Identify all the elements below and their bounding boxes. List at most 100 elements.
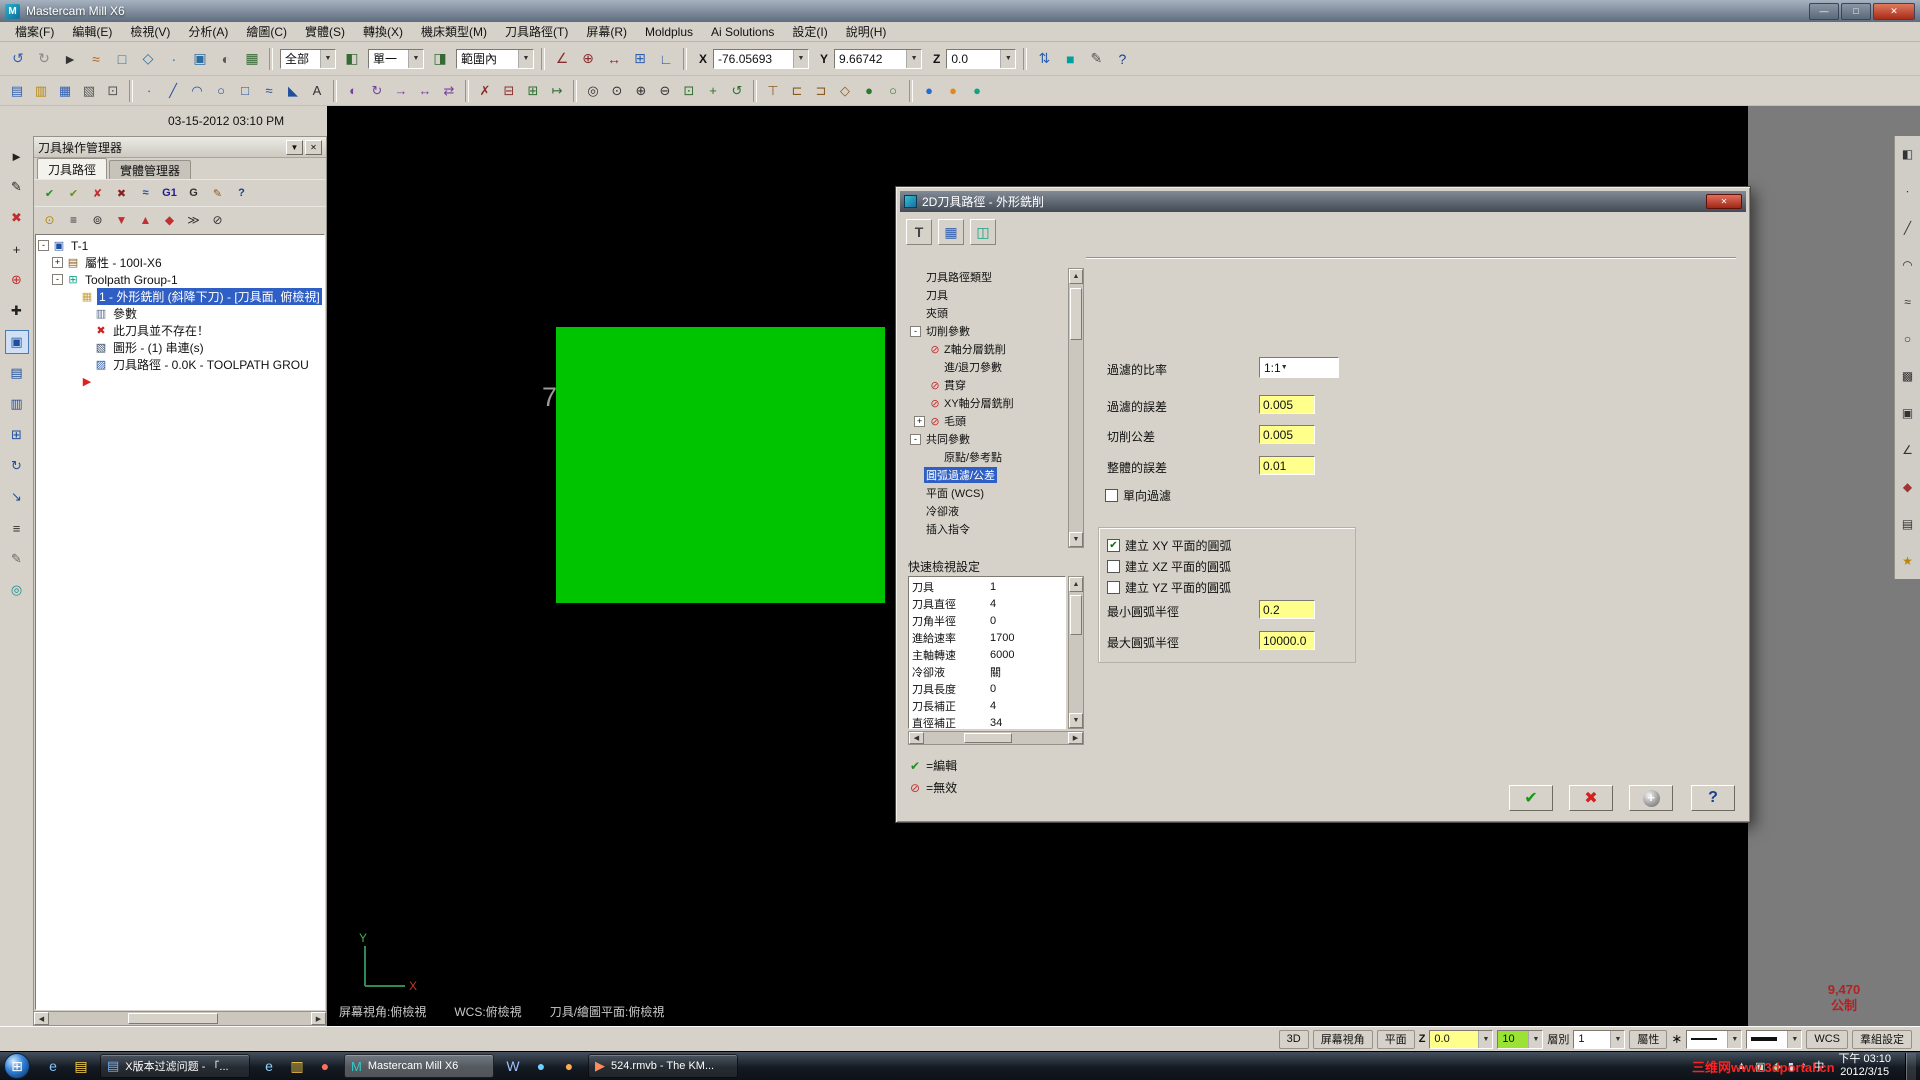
- mask-toggle-icon[interactable]: ▦: [239, 46, 265, 72]
- repaint-icon[interactable]: ↺: [725, 79, 749, 103]
- screen-view-button[interactable]: 屏幕視角: [1313, 1030, 1373, 1049]
- fit-screen-icon[interactable]: ⊡: [677, 79, 701, 103]
- dropdown-arrow-icon[interactable]: [1478, 1031, 1492, 1048]
- xform-scale-icon[interactable]: ↔: [413, 79, 437, 103]
- scroll-left-icon[interactable]: [34, 1012, 49, 1025]
- undo-icon[interactable]: ↺: [5, 46, 31, 72]
- quickmask-level-icon[interactable]: ▤: [1898, 514, 1918, 534]
- coord-y-input[interactable]: 9.66742: [834, 49, 922, 69]
- menu-item[interactable]: Ai Solutions: [702, 25, 783, 39]
- opmgr-tree-row[interactable]: ▥ 參數: [36, 305, 324, 322]
- scroll-left-icon[interactable]: [909, 732, 924, 744]
- taskbar-task[interactable]: ▶ 524.rmvb - The KM...: [588, 1054, 738, 1078]
- create-icon[interactable]: ✚: [5, 299, 29, 323]
- one-way-filter-checkbox[interactable]: [1105, 489, 1118, 502]
- join-icon[interactable]: ⊞: [521, 79, 545, 103]
- xform-rotate-icon[interactable]: ↻: [365, 79, 389, 103]
- taskbar-explorer-icon[interactable]: ▤: [67, 1054, 95, 1078]
- zoom-out-icon[interactable]: ⊖: [653, 79, 677, 103]
- expand-view-icon[interactable]: ↘: [5, 485, 29, 509]
- filter-ratio-select[interactable]: 1:1: [1259, 357, 1339, 378]
- quickview-vscrollbar[interactable]: [1068, 576, 1084, 729]
- wcs-select-icon[interactable]: ●: [965, 79, 989, 103]
- unselect-all-ops-icon[interactable]: ✘: [86, 182, 109, 205]
- scroll-up-icon[interactable]: [1069, 269, 1083, 284]
- quickmask-splines-icon[interactable]: ≈: [1898, 292, 1918, 312]
- zoom-window-icon[interactable]: ◎: [581, 79, 605, 103]
- opmgr-tree-row[interactable]: ▦ 1 - 外形銑削 (斜降下刀) - [刀具面, 俯檢視]: [36, 288, 324, 305]
- line-style-select[interactable]: [1686, 1030, 1742, 1049]
- cut-tolerance-input[interactable]: 0.005: [1259, 425, 1315, 444]
- dialog-tree-item[interactable]: 原點/參考點: [908, 448, 1066, 466]
- attributes-edit-icon[interactable]: ✎: [1083, 46, 1109, 72]
- move-insert-down-icon[interactable]: ▼: [110, 209, 133, 232]
- level-select[interactable]: 1: [1573, 1030, 1625, 1049]
- polygon-select-icon[interactable]: ◇: [135, 46, 161, 72]
- scroll-down-icon[interactable]: [1069, 713, 1083, 728]
- shade-on-icon[interactable]: ●: [857, 79, 881, 103]
- menu-item[interactable]: 屏幕(R): [577, 23, 636, 40]
- select-all-ops-icon[interactable]: ✔: [38, 182, 61, 205]
- save-file-icon[interactable]: ▦: [53, 79, 77, 103]
- single-select-icon[interactable]: ∙: [161, 46, 187, 72]
- opmgr-tree-row[interactable]: ▶: [36, 373, 324, 390]
- close-button[interactable]: ✕: [1873, 3, 1915, 20]
- multi-view-icon[interactable]: ▥: [5, 392, 29, 416]
- area-select-icon[interactable]: ▣: [187, 46, 213, 72]
- create-line-icon[interactable]: ╱: [161, 79, 185, 103]
- cursor-select-icon[interactable]: ►: [57, 46, 83, 72]
- zoom-target-icon[interactable]: ⊙: [605, 79, 629, 103]
- quickmask-surfaces-icon[interactable]: ▩: [1898, 366, 1918, 386]
- analyze-point-icon[interactable]: ⊕: [575, 46, 601, 72]
- tree-expander-icon[interactable]: +: [52, 257, 63, 268]
- quickmask-solids-icon[interactable]: ▣: [1898, 403, 1918, 423]
- dialog-tree-vscrollbar[interactable]: [1068, 268, 1084, 548]
- dialog-tree-item[interactable]: 進/退刀參數: [908, 358, 1066, 376]
- taskbar-player-icon[interactable]: ●: [311, 1054, 339, 1078]
- dialog-tree-item[interactable]: 刀具路徑類型: [908, 268, 1066, 286]
- xy-arc-checkbox[interactable]: ✔: [1107, 539, 1120, 552]
- entity-mask-icon[interactable]: ◧: [339, 46, 365, 72]
- help-button[interactable]: ?: [1691, 785, 1735, 811]
- lock-icon[interactable]: ⊙: [38, 209, 61, 232]
- dropdown-arrow-icon[interactable]: [518, 50, 533, 68]
- ortho-snap-icon[interactable]: ∟: [653, 46, 679, 72]
- layer-color-select[interactable]: 10: [1497, 1030, 1543, 1049]
- screenshot-icon[interactable]: ⊡: [101, 79, 125, 103]
- quickmask-result-icon[interactable]: ★: [1898, 551, 1918, 571]
- opmgr-help-icon[interactable]: ?: [230, 182, 253, 205]
- dialog-tree-item[interactable]: 刀具: [908, 286, 1066, 304]
- opmgr-toggle-icon[interactable]: ▣: [5, 330, 29, 354]
- opmgr-tree-row[interactable]: ✖ 此刀具並不存在！: [36, 322, 324, 339]
- help-icon[interactable]: ?: [1109, 46, 1135, 72]
- filter-tolerance-input[interactable]: 0.005: [1259, 395, 1315, 414]
- grid-snap-icon[interactable]: ⊞: [627, 46, 653, 72]
- opmgr-tab[interactable]: 實體管理器: [109, 160, 191, 179]
- regen-icon[interactable]: ↻: [5, 454, 29, 478]
- trim-icon[interactable]: ✗: [473, 79, 497, 103]
- tree-expander-icon[interactable]: -: [910, 326, 921, 337]
- tree-expander-icon[interactable]: +: [914, 416, 925, 427]
- new-file-icon[interactable]: ▤: [5, 79, 29, 103]
- menu-item[interactable]: Moldplus: [636, 25, 702, 39]
- move-insert-up-icon[interactable]: ▲: [134, 209, 157, 232]
- geometry-rectangle[interactable]: [556, 327, 885, 603]
- tool-params-icon[interactable]: T: [906, 219, 932, 245]
- line-width-select[interactable]: [1746, 1030, 1802, 1049]
- color-current-icon[interactable]: ■: [1057, 46, 1083, 72]
- quick-feed-icon[interactable]: ⊚: [86, 209, 109, 232]
- menu-item[interactable]: 機床類型(M): [412, 23, 496, 40]
- z-depth-icon[interactable]: ⇅: [1031, 46, 1057, 72]
- ok-button[interactable]: ✔: [1509, 785, 1553, 811]
- analyze-icon[interactable]: +: [5, 237, 29, 261]
- dropdown-arrow-icon[interactable]: [1528, 1031, 1542, 1048]
- gview-select-icon[interactable]: ●: [917, 79, 941, 103]
- taskbar-qq-icon[interactable]: ●: [527, 1054, 555, 1078]
- gview-top-icon[interactable]: ⊤: [761, 79, 785, 103]
- menu-item[interactable]: 繪圖(C): [237, 23, 296, 40]
- coord-x-input[interactable]: -76.05693: [713, 49, 809, 69]
- dialog-tree-item[interactable]: - 共同參數: [908, 430, 1066, 448]
- xform-translate-icon[interactable]: →: [389, 79, 413, 103]
- tree-expander-icon[interactable]: -: [910, 434, 921, 445]
- range-mask-icon[interactable]: ◨: [427, 46, 453, 72]
